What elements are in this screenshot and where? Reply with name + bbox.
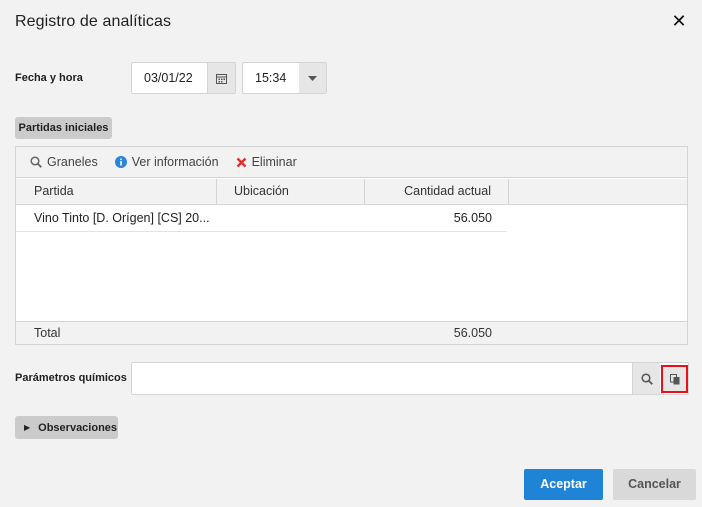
- parametros-field: [131, 362, 689, 395]
- search-icon: [30, 156, 42, 168]
- cell-partida: Vino Tinto [D. Orígen] [CS] 20...: [34, 211, 210, 225]
- close-icon[interactable]: ✕: [669, 11, 689, 31]
- graneles-label: Graneles: [47, 155, 98, 169]
- time-field[interactable]: 15:34: [242, 62, 327, 94]
- parametros-input[interactable]: [132, 363, 632, 394]
- aceptar-button[interactable]: Aceptar: [524, 469, 603, 500]
- search-icon[interactable]: [632, 363, 660, 394]
- copy-icon[interactable]: [661, 365, 688, 393]
- date-field[interactable]: 03/01/22: [131, 62, 236, 94]
- column-header-partida[interactable]: Partida: [16, 179, 217, 204]
- cancelar-button[interactable]: Cancelar: [613, 469, 696, 500]
- delete-icon: [236, 157, 247, 168]
- datetime-label: Fecha y hora: [15, 72, 83, 84]
- grid-footer: Total 56.050: [16, 321, 687, 344]
- observaciones-label: Observaciones: [38, 421, 118, 434]
- eliminar-button[interactable]: Eliminar: [236, 155, 297, 169]
- column-header-ubicacion[interactable]: Ubicación: [217, 179, 365, 204]
- analytics-dialog: Registro de analíticas ✕ Fecha y hora 03…: [0, 0, 702, 507]
- chevron-down-icon[interactable]: [299, 63, 326, 93]
- grid-header: Partida Ubicación Cantidad actual: [16, 179, 687, 205]
- table-row[interactable]: Vino Tinto [D. Orígen] [CS] 20... 56.050: [16, 205, 507, 232]
- calendar-icon[interactable]: [207, 63, 235, 93]
- partidas-section-chip[interactable]: Partidas iniciales: [15, 117, 112, 139]
- eliminar-label: Eliminar: [251, 155, 297, 169]
- triangle-right-icon: ▶: [24, 423, 31, 432]
- time-value[interactable]: 15:34: [243, 63, 299, 93]
- info-icon: [114, 156, 127, 168]
- partidas-grid: Graneles Ver información Eliminar Partid…: [15, 146, 688, 345]
- date-value[interactable]: 03/01/22: [132, 63, 207, 93]
- observaciones-toggle[interactable]: ▶ Observaciones: [15, 416, 118, 439]
- ver-informacion-label: Ver información: [131, 155, 219, 169]
- grid-toolbar: Graneles Ver información Eliminar: [16, 147, 687, 178]
- total-label: Total: [34, 326, 61, 340]
- column-header-cantidad[interactable]: Cantidad actual: [365, 179, 509, 204]
- cell-cantidad: 56.050: [453, 211, 492, 225]
- graneles-button[interactable]: Graneles: [30, 155, 98, 169]
- dialog-title: Registro de analíticas: [15, 13, 172, 30]
- total-value: 56.050: [453, 326, 492, 340]
- ver-informacion-button[interactable]: Ver información: [114, 155, 219, 169]
- parametros-label: Parámetros químicos: [15, 372, 127, 384]
